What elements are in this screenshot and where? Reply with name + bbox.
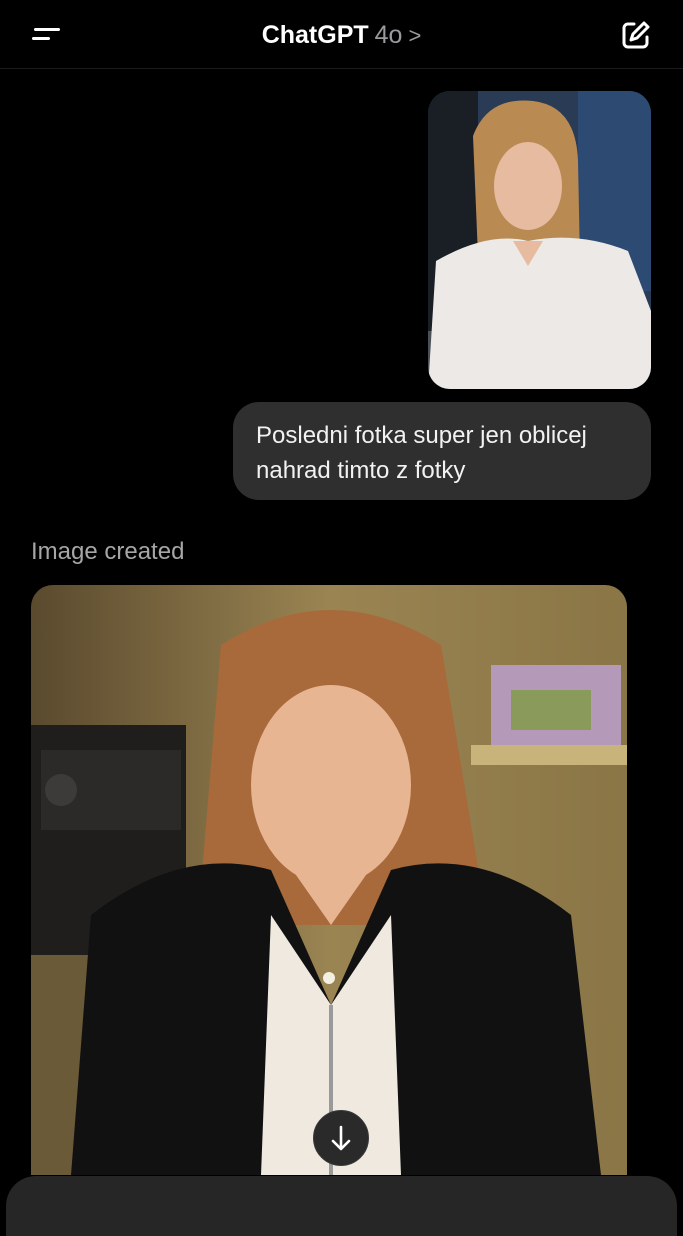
generated-portrait xyxy=(31,585,627,1175)
message-composer[interactable] xyxy=(6,1176,677,1236)
compose-icon xyxy=(622,21,650,49)
user-attached-photo[interactable] xyxy=(428,91,651,389)
user-message-line: Posledni fotka super jen oblicej xyxy=(256,422,587,449)
user-message-bubble: Posledni fotka super jen oblicej nahrad … xyxy=(233,402,651,500)
app-title: ChatGPT xyxy=(261,21,369,49)
scroll-to-bottom-button[interactable] xyxy=(313,1110,369,1166)
portrait-photo xyxy=(428,91,651,389)
new-chat-button[interactable] xyxy=(619,18,653,52)
chevron-right-icon: > xyxy=(408,23,422,48)
arrow-down-icon xyxy=(331,1125,351,1151)
model-selector[interactable]: ChatGPT 4o > xyxy=(0,19,683,52)
model-label: 4o xyxy=(374,21,403,49)
top-bar: ChatGPT 4o > xyxy=(0,0,683,69)
image-created-label: Image created xyxy=(31,538,185,565)
user-message-line: nahrad timto z fotky xyxy=(256,457,466,484)
generated-image[interactable] xyxy=(31,585,627,1175)
